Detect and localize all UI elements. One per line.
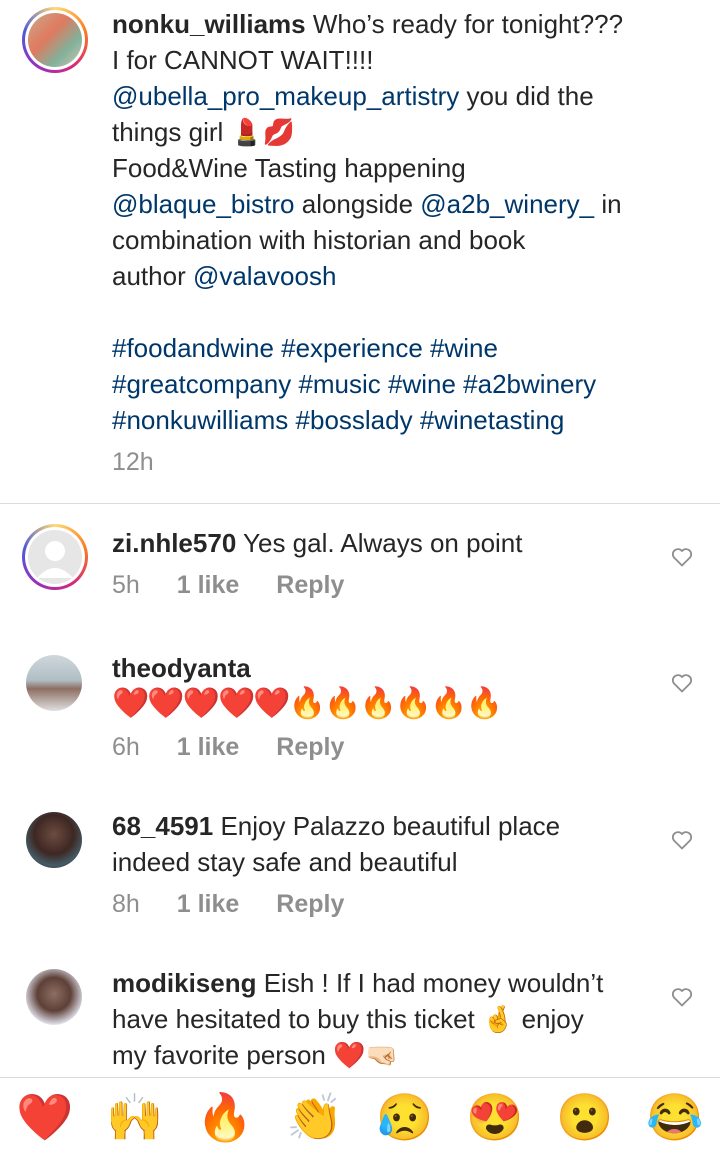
comment-body: my favorite person [112, 1040, 334, 1070]
fingers-crossed-emoji: 🤞 [482, 1004, 515, 1034]
comment-avatar[interactable] [22, 524, 88, 590]
caption-line: combination with historian and book [112, 225, 526, 255]
reaction-raised-hands-icon[interactable]: 🙌 [106, 1094, 163, 1140]
like-count[interactable]: 1 like [177, 890, 240, 919]
hashtag-line[interactable]: #foodandwine #experience #wine [112, 330, 672, 366]
comment-body: Enjoy Palazzo beautiful place [213, 811, 561, 841]
comment-avatar[interactable] [26, 812, 82, 868]
comment-username[interactable]: zi.nhle570 [112, 528, 236, 558]
comment-text: theodyanta ❤️❤️❤️❤️❤️🔥🔥🔥🔥🔥🔥 [112, 650, 672, 722]
caption-line: in [594, 189, 622, 219]
comment-body: Yes gal. Always on point [236, 528, 523, 558]
caption-avatar[interactable] [22, 7, 88, 73]
caption-line: I for CANNOT WAIT!!!! [112, 45, 374, 75]
reaction-fire-icon[interactable]: 🔥 [196, 1094, 253, 1140]
caption-line: you did the [459, 81, 594, 111]
like-count[interactable]: 1 like [177, 733, 240, 762]
comment-time: 8h [112, 890, 140, 918]
divider [0, 503, 720, 504]
reaction-heart-eyes-icon[interactable]: 😍 [466, 1094, 523, 1140]
comment-meta: 5h 1 like Reply [112, 571, 374, 600]
comment-avatar[interactable] [26, 969, 82, 1025]
comment-body: Eish ! If I had money wouldn’t [256, 968, 604, 998]
comment-text: 68_4591 Enjoy Palazzo beautiful place in… [112, 808, 672, 880]
hashtag-line[interactable]: #nonkuwilliams #bosslady #winetasting [112, 402, 672, 438]
default-avatar-icon [37, 541, 73, 578]
caption-line: author [112, 261, 193, 291]
lipstick-kiss-emoji: 💄💋 [230, 117, 296, 147]
heart-outline-icon[interactable] [670, 545, 694, 569]
mention-link[interactable]: @valavoosh [193, 261, 336, 291]
mention-link[interactable]: @a2b_winery_ [420, 189, 594, 219]
caption-time: 12h [112, 448, 154, 476]
reaction-surprised-icon[interactable]: 😮 [556, 1094, 613, 1140]
heart-outline-icon[interactable] [670, 985, 694, 1009]
reply-button[interactable]: Reply [276, 890, 344, 919]
mention-link[interactable]: @ubella_pro_makeup_artistry [112, 81, 459, 111]
comment-meta: 6h 1 like Reply [112, 733, 374, 762]
reply-button[interactable]: Reply [276, 571, 344, 600]
comment-body: have hesitated to buy this ticket [112, 1004, 482, 1034]
caption-line: Food&Wine Tasting happening [112, 153, 466, 183]
comment-body: enjoy [514, 1004, 584, 1034]
avatar-photo [28, 13, 82, 67]
reaction-heart-icon[interactable]: ❤️ [16, 1094, 73, 1140]
reaction-sad-icon[interactable]: 😥 [376, 1094, 433, 1140]
comment-username[interactable]: theodyanta [112, 650, 672, 686]
comment-username[interactable]: 68_4591 [112, 811, 213, 841]
comment-body: indeed stay safe and beautiful [112, 847, 458, 877]
comment-time: 5h [112, 571, 140, 599]
caption-line: Who’s ready for tonight??? [305, 9, 624, 39]
heart-outline-icon[interactable] [670, 671, 694, 695]
reply-button[interactable]: Reply [276, 733, 344, 762]
caption-text: nonku_williams Who’s ready for tonight??… [112, 6, 672, 438]
caption-line: things girl [112, 117, 224, 147]
comment-text: zi.nhle570 Yes gal. Always on point [112, 525, 672, 561]
comment-text: modikiseng Eish ! If I had money wouldn’… [112, 965, 672, 1073]
quick-reaction-bar: ❤️ 🙌 🔥 👏 😥 😍 😮 😂 [0, 1077, 720, 1156]
comment-body: ❤️❤️❤️❤️❤️🔥🔥🔥🔥🔥🔥 [112, 687, 503, 720]
caption-username[interactable]: nonku_williams [112, 9, 306, 39]
heart-fist-emoji: ❤️🤜🏻 [333, 1040, 398, 1070]
heart-outline-icon[interactable] [670, 828, 694, 852]
reaction-clap-icon[interactable]: 👏 [286, 1094, 343, 1140]
mention-link[interactable]: @blaque_bistro [112, 189, 295, 219]
caption-line: alongside [294, 189, 421, 219]
comment-meta: 8h 1 like Reply [112, 890, 374, 919]
hashtag-line[interactable]: #greatcompany #music #wine #a2bwinery [112, 366, 672, 402]
like-count[interactable]: 1 like [177, 571, 240, 600]
reaction-laughing-icon[interactable]: 😂 [646, 1094, 703, 1140]
comment-username[interactable]: modikiseng [112, 968, 256, 998]
comment-avatar[interactable] [26, 655, 82, 711]
comment-time: 6h [112, 733, 140, 761]
